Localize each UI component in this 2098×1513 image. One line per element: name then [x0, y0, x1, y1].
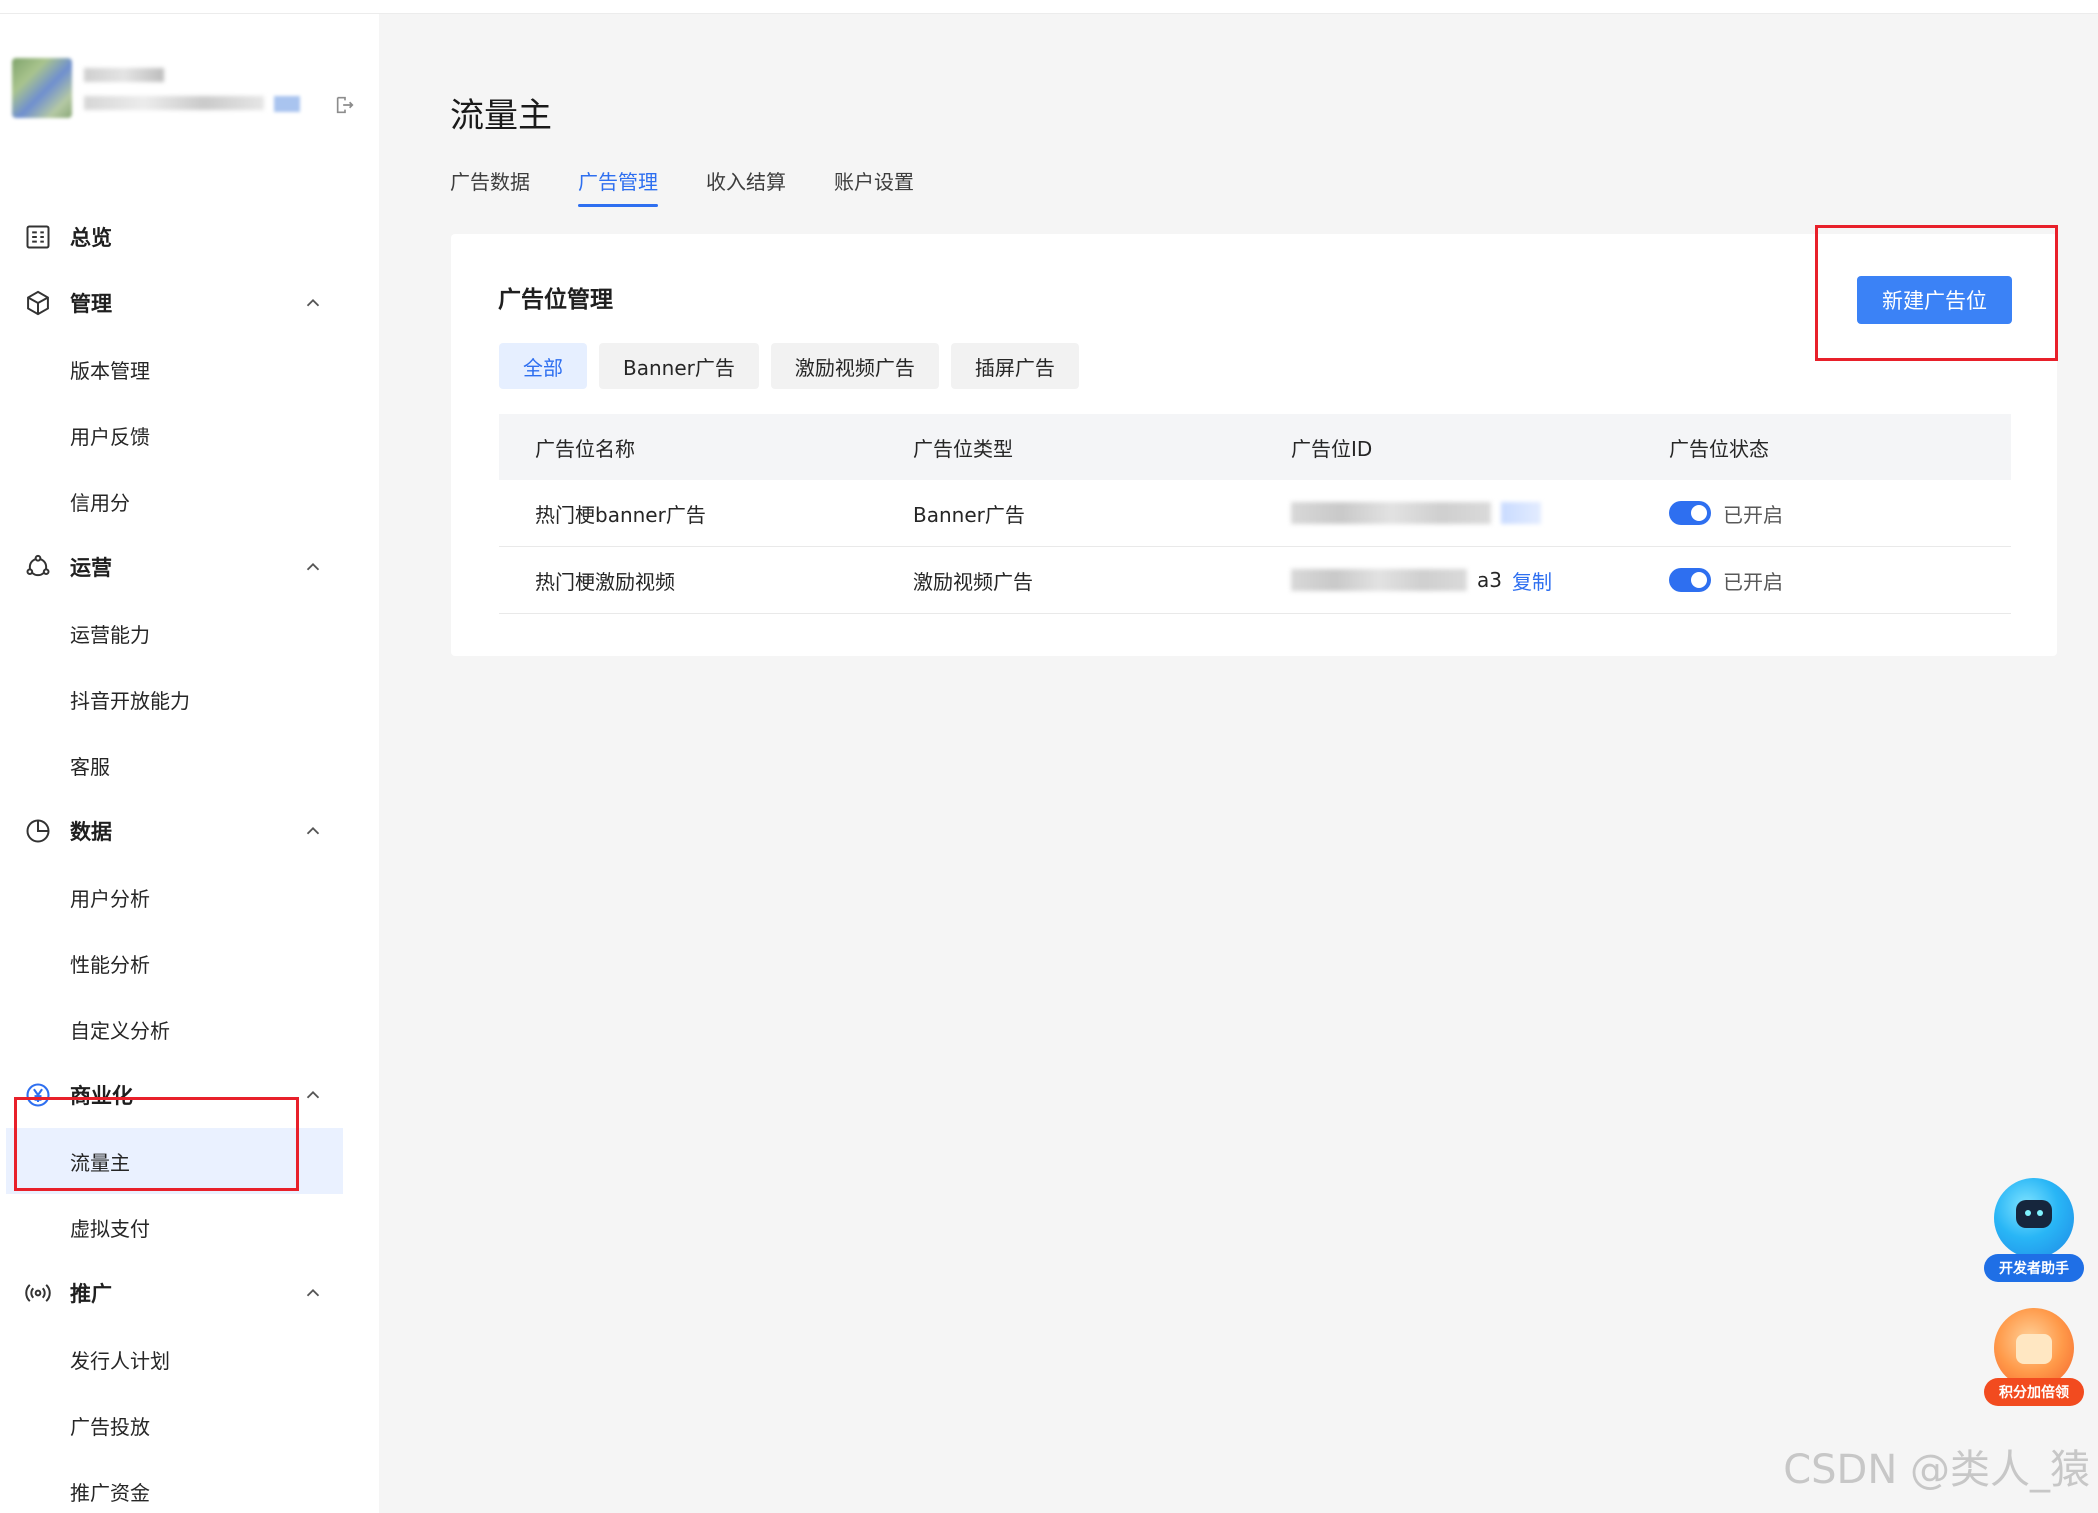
ad-slot-name: 热门梗banner广告: [535, 502, 706, 527]
table-header: 广告位名称 广告位类型 广告位ID 广告位状态: [499, 414, 2011, 480]
ad-slot-id-redacted: [1291, 569, 1467, 591]
highlight-box-sidebar: [14, 1097, 299, 1191]
sidebar-group-label: 总览: [70, 226, 112, 250]
sidebar-item-performance[interactable]: 性能分析: [0, 930, 379, 996]
developer-assistant-label: 开发者助手: [1984, 1254, 2084, 1282]
filter-all[interactable]: 全部: [499, 343, 587, 389]
app-subtitle-redacted: [84, 96, 264, 110]
status-text: 已开启: [1723, 502, 1783, 527]
sidebar-group-operations[interactable]: 运营: [0, 534, 379, 600]
sidebar-item-ad-delivery[interactable]: 广告投放: [0, 1392, 379, 1458]
tab-account-settings[interactable]: 账户设置: [834, 166, 914, 207]
sidebar-item-label: 版本管理: [70, 358, 150, 383]
tab-ad-data[interactable]: 广告数据: [450, 166, 530, 207]
ad-slot-type: 激励视频广告: [913, 569, 1033, 594]
sidebar-item-label: 信用分: [70, 490, 130, 515]
sidebar-group-label: 数据: [70, 820, 112, 844]
status-toggle[interactable]: [1669, 501, 1711, 525]
sidebar-nav: 总览 管理 版本管理 用户反馈 信用分 运营 运营能力 抖音开放能力 客服 数据…: [0, 204, 379, 1513]
points-bonus-widget[interactable]: 积分加倍领: [1984, 1308, 2084, 1408]
sidebar-item-custom-analysis[interactable]: 自定义分析: [0, 996, 379, 1062]
sidebar-group-label: 推广: [70, 1282, 112, 1306]
chevron-up-icon[interactable]: [302, 1084, 324, 1106]
sidebar-item-publisher-plan[interactable]: 发行人计划: [0, 1326, 379, 1392]
sidebar-item-label: 自定义分析: [70, 1018, 170, 1043]
ad-slot-id-tail: a3: [1477, 568, 1502, 592]
cube-icon: [27, 290, 49, 316]
app-name-redacted: [84, 68, 164, 82]
gift-icon: [1994, 1308, 2074, 1388]
status-text: 已开启: [1723, 569, 1783, 594]
broadcast-icon: [25, 1284, 51, 1302]
sidebar-item-label: 虚拟支付: [70, 1216, 150, 1241]
overview-grid-icon: [26, 225, 50, 249]
sidebar-item-version[interactable]: 版本管理: [0, 336, 379, 402]
sidebar-item-label: 发行人计划: [70, 1348, 170, 1373]
copy-link[interactable]: 复制: [1512, 566, 1552, 595]
tab-ad-management[interactable]: 广告管理: [578, 166, 658, 207]
sidebar-item-label: 推广资金: [70, 1480, 150, 1505]
column-header: 广告位状态: [1669, 436, 1769, 461]
sidebar-item-promo-funds[interactable]: 推广资金: [0, 1458, 379, 1513]
points-bonus-label: 积分加倍领: [1984, 1378, 2084, 1406]
sidebar-item-label: 客服: [70, 754, 110, 779]
robot-icon: [1994, 1178, 2074, 1258]
sidebar-item-label: 性能分析: [70, 952, 150, 977]
top-bar: [0, 0, 2098, 14]
sidebar-group-promotion[interactable]: 推广: [0, 1260, 379, 1326]
sidebar-item-ops-capability[interactable]: 运营能力: [0, 600, 379, 666]
ad-slot-name: 热门梗激励视频: [535, 569, 675, 594]
sidebar-group-manage[interactable]: 管理: [0, 270, 379, 336]
sidebar-item-douyin-open[interactable]: 抖音开放能力: [0, 666, 379, 732]
sidebar-group-data[interactable]: 数据: [0, 798, 379, 864]
sidebar-group-label: 运营: [70, 556, 112, 580]
sidebar-item-user-analysis[interactable]: 用户分析: [0, 864, 379, 930]
table-row: 热门梗激励视频 激励视频广告 a3 复制 已开启: [499, 547, 2011, 614]
filter-interstitial[interactable]: 插屏广告: [950, 343, 1079, 389]
app-header: [12, 58, 354, 148]
ad-slot-table: 广告位名称 广告位类型 广告位ID 广告位状态 热门梗banner广告 Bann…: [499, 414, 2011, 614]
ad-slot-type: Banner广告: [913, 502, 1025, 527]
chevron-up-icon[interactable]: [302, 1282, 324, 1304]
sidebar-item-label: 运营能力: [70, 622, 150, 647]
ad-type-filters: 全部 Banner广告 激励视频广告 插屏广告: [499, 343, 1079, 389]
sidebar-item-label: 用户反馈: [70, 424, 150, 449]
sidebar-item-label: 用户分析: [70, 886, 150, 911]
chevron-up-icon[interactable]: [302, 292, 324, 314]
sidebar-group-label: 管理: [70, 292, 112, 316]
filter-rewarded-video[interactable]: 激励视频广告: [770, 343, 939, 389]
page-tabs: 广告数据 广告管理 收入结算 账户设置: [450, 166, 914, 207]
column-header: 广告位类型: [913, 436, 1013, 461]
filter-banner[interactable]: Banner广告: [599, 343, 759, 389]
app-tag-redacted: [274, 96, 300, 112]
watermark: CSDN @类人_猿: [1783, 1447, 2090, 1493]
pie-chart-icon: [26, 819, 50, 843]
sidebar-item-credit[interactable]: 信用分: [0, 468, 379, 534]
column-header: 广告位名称: [535, 436, 635, 461]
sidebar-item-virtual-payment[interactable]: 虚拟支付: [0, 1194, 379, 1260]
table-row: 热门梗banner广告 Banner广告 已开启: [499, 480, 2011, 547]
sidebar-group-overview[interactable]: 总览: [0, 204, 379, 270]
developer-assistant-widget[interactable]: 开发者助手: [1984, 1178, 2084, 1284]
sidebar: 总览 管理 版本管理 用户反馈 信用分 运营 运营能力 抖音开放能力 客服 数据…: [0, 14, 379, 1513]
highlight-box-new-button: [1815, 225, 2058, 361]
operations-icon: [26, 554, 50, 577]
sidebar-item-label: 广告投放: [70, 1414, 150, 1439]
status-toggle[interactable]: [1669, 568, 1711, 592]
page-title: 流量主: [450, 96, 552, 136]
sidebar-item-customer-service[interactable]: 客服: [0, 732, 379, 798]
chevron-up-icon[interactable]: [302, 556, 324, 578]
app-logo: [12, 58, 72, 118]
sidebar-item-label: 抖音开放能力: [70, 688, 190, 713]
chevron-up-icon[interactable]: [302, 820, 324, 842]
sidebar-item-feedback[interactable]: 用户反馈: [0, 402, 379, 468]
column-header: 广告位ID: [1291, 436, 1373, 461]
tab-revenue-settlement[interactable]: 收入结算: [706, 166, 786, 207]
switch-app-icon[interactable]: [334, 94, 356, 116]
ad-slot-id-redacted: [1291, 502, 1491, 524]
copy-link-redacted[interactable]: [1501, 502, 1541, 524]
card-title: 广告位管理: [498, 287, 613, 313]
